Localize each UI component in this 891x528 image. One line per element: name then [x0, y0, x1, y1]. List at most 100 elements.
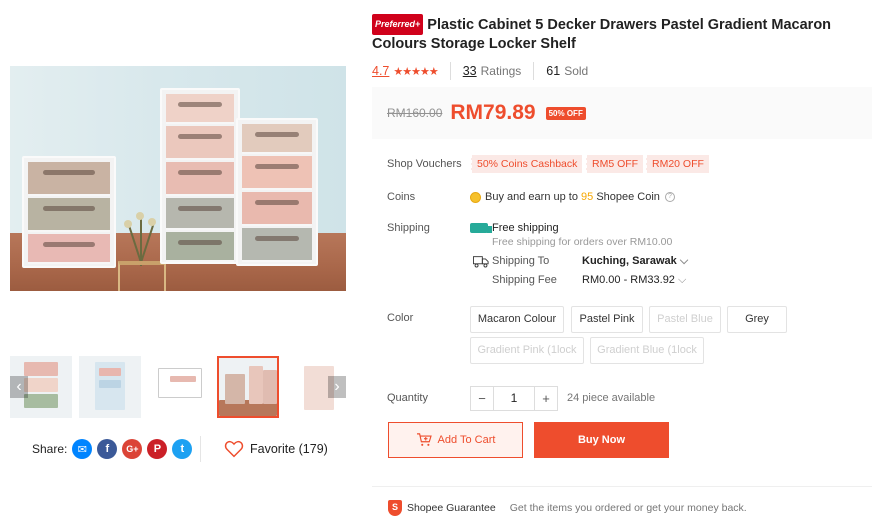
product-page: ‹ › Share: ✉ f G+ P t Favorite (179) Pre…: [0, 0, 891, 528]
product-title: Plastic Cabinet 5 Decker Drawers Pastel …: [372, 17, 832, 52]
drawer: [242, 228, 312, 262]
guarantee-text: Get the items you ordered or get your mo…: [509, 502, 747, 514]
shipping-to-label: Shipping To: [492, 255, 550, 267]
chevron-down-icon: ⌵: [679, 255, 689, 267]
coins-text-before: Buy and earn up to: [485, 191, 582, 203]
shipping-to-value[interactable]: Kuching, Sarawak ⌵: [582, 255, 688, 268]
color-option-pastel-blue[interactable]: Pastel Blue: [649, 306, 721, 333]
rating-row: 4.7 ★★★★★ 33 Ratings 61 Sold: [372, 62, 588, 80]
drawer: [28, 162, 110, 196]
favorite-button[interactable]: Favorite (179): [224, 438, 328, 460]
side-table: [118, 261, 166, 291]
product-title-block: Preferred+ Plastic Cabinet 5 Decker Drawe…: [372, 14, 852, 54]
separator: [449, 62, 451, 80]
drawer: [166, 162, 234, 196]
buy-now-button[interactable]: Buy Now: [534, 422, 669, 458]
drawer: [166, 198, 234, 230]
voucher-rm5-off[interactable]: RM5 OFF: [586, 155, 644, 173]
ratings-count[interactable]: 33: [463, 64, 477, 78]
share-row: Share: ✉ f G+ P t: [32, 438, 193, 460]
shield-icon: S: [388, 500, 402, 516]
thumbnail-strip: ‹ ›: [10, 356, 348, 418]
cabinet-left: [22, 156, 116, 268]
favorite-label: Favorite (179): [250, 442, 328, 456]
sold-label: Sold: [564, 64, 589, 78]
quantity-plus-button[interactable]: +: [534, 386, 558, 411]
preferred-badge: Preferred+: [372, 14, 424, 35]
add-to-cart-label: Add To Cart: [437, 434, 496, 446]
free-shipping-subtitle: Free shipping for orders over RM10.00: [492, 236, 673, 248]
color-option-grey[interactable]: Grey: [727, 306, 787, 333]
stock-available: 24 piece available: [567, 392, 656, 404]
truck-icon: [473, 256, 489, 268]
thumbnail-next-button[interactable]: ›: [328, 376, 346, 398]
thumbnail-prev-button[interactable]: ‹: [10, 376, 28, 398]
drawer: [166, 94, 234, 124]
twitter-icon[interactable]: t: [172, 439, 193, 459]
drawer: [28, 234, 110, 264]
ratings-label: Ratings: [480, 64, 522, 78]
shipping-fee-text: RM0.00 - RM33.92: [582, 274, 675, 286]
cabinet-right: [236, 118, 318, 266]
color-option-pastel-pink[interactable]: Pastel Pink: [571, 306, 643, 333]
rating-stars-icon: ★★★★★: [393, 65, 438, 78]
sold-count: 61: [546, 64, 561, 78]
thumbnail-4-active[interactable]: [217, 356, 279, 418]
color-option-macaron[interactable]: Macaron Colour: [470, 306, 564, 333]
discount-badge: 50% OFF: [545, 106, 586, 120]
share-label: Share:: [32, 442, 68, 456]
coins-info: Buy and earn up to 95 Shopee Coin ?: [470, 191, 675, 203]
thumbnail-3[interactable]: [148, 356, 210, 418]
voucher-coins-cashback[interactable]: 50% Coins Cashback: [471, 155, 583, 173]
quantity-input[interactable]: 1: [494, 386, 534, 411]
thumbnail-2[interactable]: [79, 356, 141, 418]
plant-flower: [148, 218, 156, 226]
cabinet-middle: [160, 88, 240, 264]
shipping-fee-label: Shipping Fee: [492, 274, 557, 286]
shipping-fee-value[interactable]: RM0.00 - RM33.92 ⌵: [582, 274, 686, 287]
plant-flower: [124, 220, 132, 228]
rating-value[interactable]: 4.7: [372, 64, 389, 78]
drawer: [28, 198, 110, 232]
guarantee-title: Shopee Guarantee: [407, 502, 496, 514]
main-product-image[interactable]: [10, 66, 346, 291]
coins-label: Coins: [387, 191, 416, 203]
shopee-guarantee: S Shopee Guarantee Get the items you ord…: [388, 500, 747, 516]
pinterest-icon[interactable]: P: [147, 439, 168, 459]
add-to-cart-button[interactable]: Add To Cart: [388, 422, 523, 458]
color-option-gradient-blue[interactable]: Gradient Blue (1lock: [590, 337, 704, 364]
plant-flower: [136, 212, 144, 220]
drawer: [242, 124, 312, 154]
cart-icon: [416, 433, 432, 446]
quantity-minus-button[interactable]: −: [470, 386, 494, 411]
chevron-down-icon: ⌵: [678, 274, 687, 286]
coins-amount: 95: [581, 191, 594, 203]
current-price: RM79.89: [450, 101, 536, 124]
shop-vouchers-label: Shop Vouchers: [387, 158, 462, 170]
color-option-gradient-pink[interactable]: Gradient Pink (1lock: [470, 337, 584, 364]
drawer: [242, 192, 312, 226]
free-shipping-icon: [470, 223, 492, 233]
free-shipping-title: Free shipping: [492, 222, 559, 234]
coins-text-after: Shopee Coin: [593, 191, 660, 203]
price-box: RM160.00 RM79.89 50% OFF: [372, 87, 872, 139]
drawer: [166, 126, 234, 160]
drawer: [242, 156, 312, 190]
original-price: RM160.00: [387, 106, 443, 120]
shipping-label: Shipping: [387, 222, 430, 234]
coin-icon: [470, 191, 481, 203]
facebook-icon[interactable]: f: [97, 439, 118, 459]
google-plus-icon[interactable]: G+: [122, 439, 143, 459]
separator: [533, 62, 535, 80]
voucher-rm20-off[interactable]: RM20 OFF: [646, 155, 709, 173]
guarantee-divider: [372, 486, 872, 487]
heart-icon: [224, 440, 244, 458]
color-label: Color: [387, 312, 414, 324]
help-icon[interactable]: ?: [664, 192, 675, 202]
share-divider: [200, 436, 201, 462]
shipping-to-text: Kuching, Sarawak: [582, 255, 677, 267]
quantity-stepper: − 1 +: [470, 386, 558, 411]
drawer: [166, 232, 234, 262]
quantity-label: Quantity: [387, 392, 428, 404]
messenger-icon[interactable]: ✉: [72, 439, 93, 459]
